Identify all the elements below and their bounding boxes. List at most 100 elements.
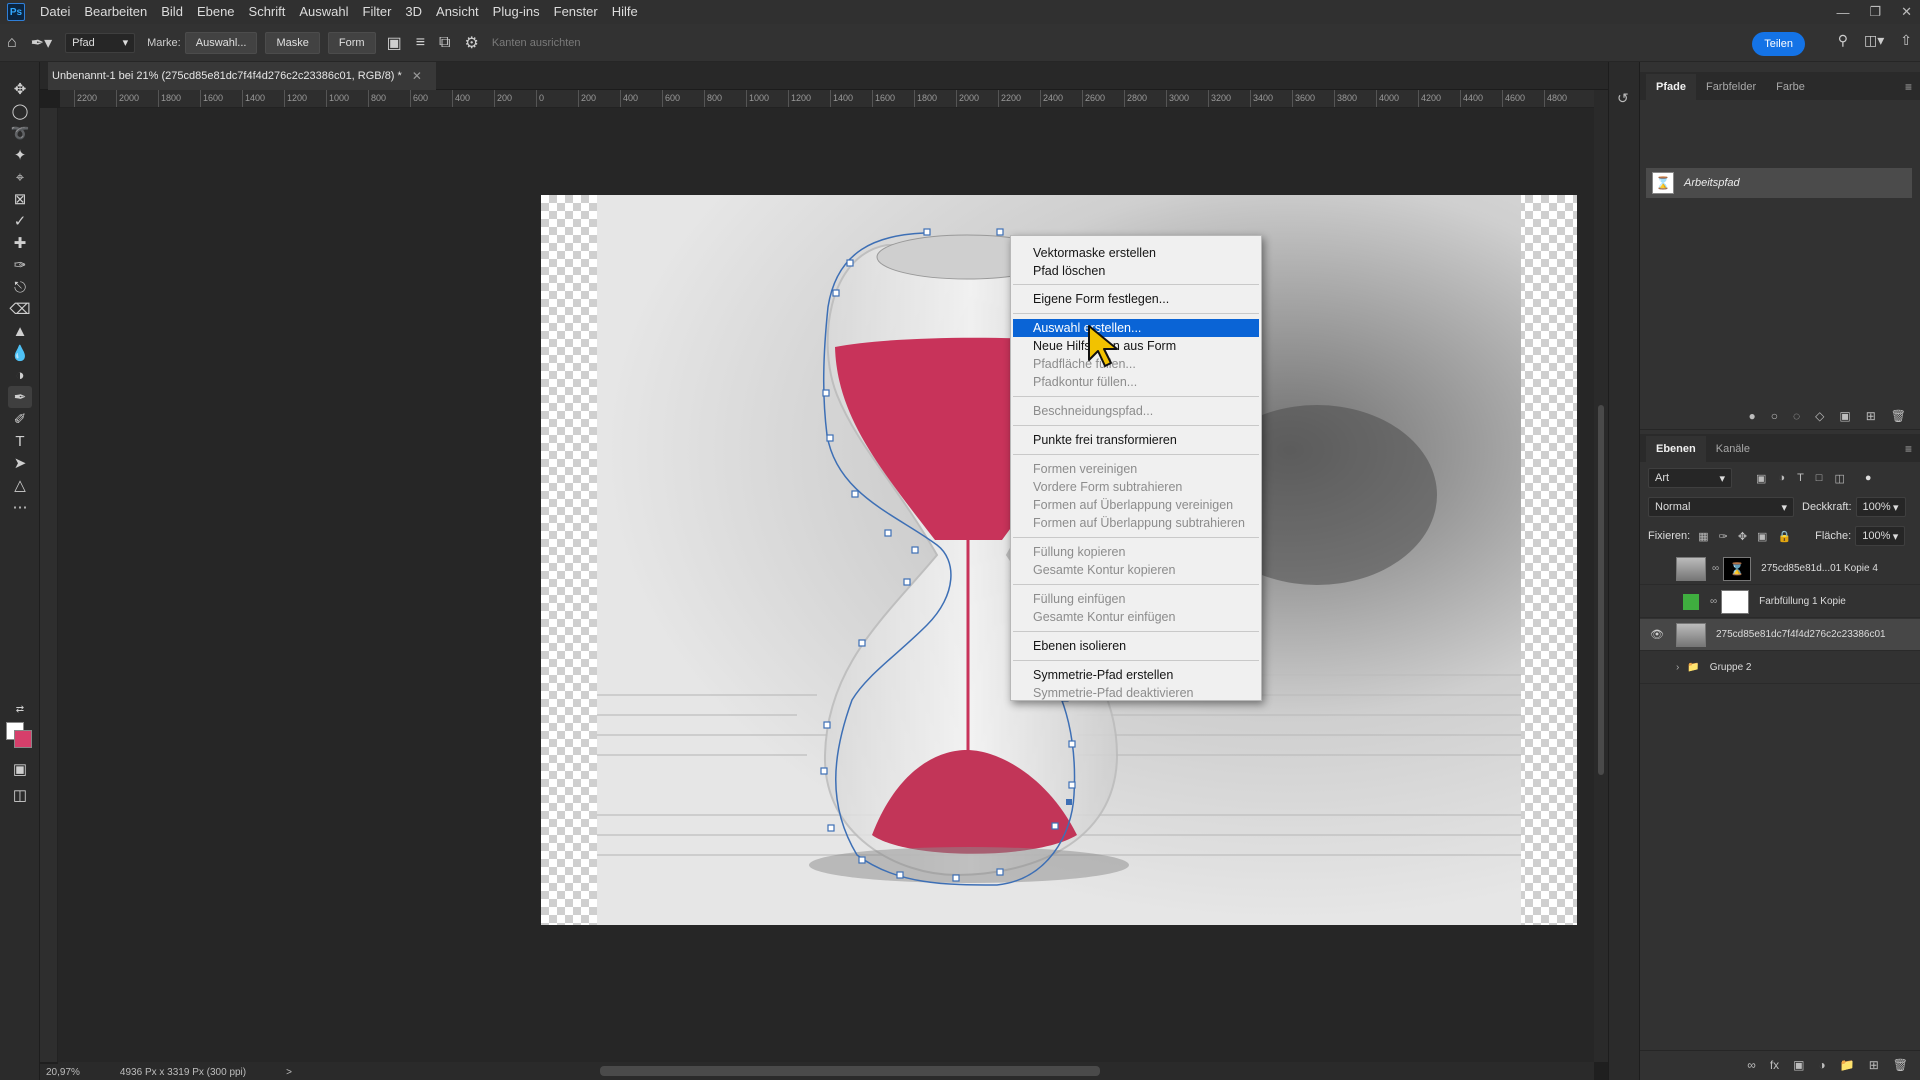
vertical-scrollbar[interactable] xyxy=(1594,90,1608,1062)
menu-item-beschneidungspfad[interactable]: Beschneidungspfad... xyxy=(1013,402,1259,420)
menu-datei[interactable]: Datei xyxy=(33,0,77,24)
search-icon[interactable]: ⚲ xyxy=(1838,32,1848,49)
menu-fenster[interactable]: Fenster xyxy=(547,0,605,24)
freeform-pen-tool-icon[interactable]: ✐ xyxy=(8,408,32,430)
menu-item-auswahl-erstellen[interactable]: Auswahl erstellen... xyxy=(1013,319,1259,337)
gear-icon[interactable]: ⚙ xyxy=(464,33,478,53)
filter-type-icon[interactable]: T xyxy=(1797,472,1804,485)
fx-icon[interactable]: fx xyxy=(1770,1058,1779,1072)
blend-mode-select[interactable]: Normal ▾ xyxy=(1648,497,1794,517)
menu-item-vektormaske[interactable]: Vektormaske erstellen xyxy=(1013,244,1259,262)
menu-item-fuellung-einfuegen[interactable]: Füllung einfügen xyxy=(1013,590,1259,608)
lasso-tool-icon[interactable]: ➰ xyxy=(8,122,32,144)
lock-image-icon[interactable]: ✑ xyxy=(1719,530,1728,543)
menu-item-eigene-form[interactable]: Eigene Form festlegen... xyxy=(1013,290,1259,308)
tool-mode-select[interactable]: Pfad ▾ xyxy=(65,32,136,53)
menu-item-pfadkontur[interactable]: Pfadkontur füllen... xyxy=(1013,373,1259,391)
tab-ebenen[interactable]: Ebenen xyxy=(1646,436,1706,462)
menu-item-symmetrie-deaktivieren[interactable]: Symmetrie-Pfad deaktivieren xyxy=(1013,684,1259,702)
path-selection-tool-icon[interactable]: ➤ xyxy=(8,452,32,474)
menu-item-punkte-transformieren[interactable]: Punkte frei transformieren xyxy=(1013,431,1259,449)
swap-colors-icon[interactable]: ⇄ xyxy=(8,698,32,720)
menu-item-hilfslinien[interactable]: Neue Hilfslinien aus Form xyxy=(1013,337,1259,355)
menu-filter[interactable]: Filter xyxy=(356,0,399,24)
document-tab[interactable]: Unbenannt-1 bei 21% (275cd85e81dc7f4f4d2… xyxy=(48,62,436,90)
tab-pfade[interactable]: Pfade xyxy=(1646,74,1696,100)
add-mask-icon[interactable]: ▣ xyxy=(1793,1058,1804,1072)
layer-row[interactable]: 👁 275cd85e81dc7f4f4d276c2c23386c01 xyxy=(1640,619,1920,651)
load-selection-icon[interactable]: ◌ xyxy=(1793,409,1800,423)
selection-button[interactable]: Auswahl... xyxy=(184,31,258,54)
magic-wand-tool-icon[interactable]: ✦ xyxy=(8,144,32,166)
eraser-tool-icon[interactable]: ⌫ xyxy=(8,298,32,320)
menu-schrift[interactable]: Schrift xyxy=(242,0,293,24)
tab-farbfelder[interactable]: Farbfelder xyxy=(1696,81,1766,100)
healing-brush-tool-icon[interactable]: ✚ xyxy=(8,232,32,254)
layer-row[interactable]: ∞ Farbfüllung 1 Kopie xyxy=(1640,586,1920,618)
menu-item-kontur-kopieren[interactable]: Gesamte Kontur kopieren xyxy=(1013,561,1259,579)
menu-3d[interactable]: 3D xyxy=(398,0,429,24)
adjustment-layer-icon[interactable]: ◑ xyxy=(1819,1058,1826,1072)
chevron-right-icon[interactable]: › xyxy=(1676,662,1679,673)
menu-bearbeiten[interactable]: Bearbeiten xyxy=(77,0,154,24)
lock-artboard-icon[interactable]: ▣ xyxy=(1757,530,1767,543)
lock-transparent-icon[interactable]: ▦ xyxy=(1698,530,1708,543)
layer-row[interactable]: ∞ ⌛ 275cd85e81d...01 Kopie 4 xyxy=(1640,553,1920,585)
close-icon[interactable]: ✕ xyxy=(1901,4,1912,20)
marquee-tool-icon[interactable]: ◯ xyxy=(8,100,32,122)
menu-item-ueberlappung-vereinigen[interactable]: Formen auf Überlappung vereinigen xyxy=(1013,496,1259,514)
crop-tool-icon[interactable]: ⌖ xyxy=(8,166,32,188)
menu-item-pfad-loeschen[interactable]: Pfad löschen xyxy=(1013,262,1259,280)
restore-icon[interactable]: ❐ xyxy=(1869,4,1881,20)
workspace-icon[interactable]: ◫▾ xyxy=(1864,32,1884,49)
delete-layer-icon[interactable]: 🗑 xyxy=(1893,1058,1908,1072)
stroke-path-icon[interactable]: ○ xyxy=(1771,409,1778,423)
dodge-tool-icon[interactable]: ◑ xyxy=(8,364,32,386)
menu-item-pfadflaeche[interactable]: Pfadfläche füllen... xyxy=(1013,355,1259,373)
layer-row[interactable]: › 📁 Gruppe 2 xyxy=(1640,652,1920,684)
filter-pixel-icon[interactable]: ▣ xyxy=(1756,472,1766,485)
menu-item-fuellung-kopieren[interactable]: Füllung kopieren xyxy=(1013,543,1259,561)
menu-item-formen-vereinigen[interactable]: Formen vereinigen xyxy=(1013,460,1259,478)
canvas-area[interactable] xyxy=(58,108,1594,1062)
menu-bild[interactable]: Bild xyxy=(154,0,190,24)
shape-button[interactable]: Form xyxy=(327,31,376,54)
path-item-workpath[interactable]: ⌛ Arbeitspfad xyxy=(1646,168,1912,198)
filter-toggle-icon[interactable]: ● xyxy=(1865,472,1872,484)
tab-farbe[interactable]: Farbe xyxy=(1766,81,1815,100)
eyedropper-tool-icon[interactable]: ✓ xyxy=(8,210,32,232)
menu-ebene[interactable]: Ebene xyxy=(190,0,242,24)
shape-tool-icon[interactable]: △ xyxy=(8,474,32,496)
quick-mask-icon[interactable]: ▣ xyxy=(8,758,32,780)
menu-ansicht[interactable]: Ansicht xyxy=(429,0,486,24)
brush-tool-icon[interactable]: ✑ xyxy=(8,254,32,276)
lock-position-icon[interactable]: ✥ xyxy=(1738,530,1747,543)
delete-path-icon[interactable]: 🗑 xyxy=(1891,409,1906,423)
minimize-icon[interactable]: — xyxy=(1836,5,1849,20)
pen-tool-icon[interactable]: ✒ xyxy=(8,386,32,408)
opacity-field[interactable]: 100% ▾ xyxy=(1855,497,1906,517)
background-color-swatch[interactable] xyxy=(14,730,32,748)
menu-item-ebenen-isolieren[interactable]: Ebenen isolieren xyxy=(1013,637,1259,655)
menu-item-kontur-einfuegen[interactable]: Gesamte Kontur einfügen xyxy=(1013,608,1259,626)
tab-kanaele[interactable]: Kanäle xyxy=(1706,443,1760,462)
eye-icon[interactable]: 👁 xyxy=(1648,628,1666,641)
zoom-level[interactable]: 20,97% xyxy=(46,1067,80,1078)
more-tools-icon[interactable]: ⋯ xyxy=(8,496,32,518)
share-button[interactable]: Teilen xyxy=(1752,32,1805,56)
text-tool-icon[interactable]: T xyxy=(8,430,32,452)
horizontal-scroll-thumb[interactable] xyxy=(600,1066,1100,1076)
make-work-path-icon[interactable]: ◇ xyxy=(1815,409,1824,423)
filter-adjustment-icon[interactable]: ◑ xyxy=(1778,472,1785,485)
stamp-tool-icon[interactable]: ⎋ xyxy=(8,276,32,298)
menu-item-ueberlappung-subtrahieren[interactable]: Formen auf Überlappung subtrahieren xyxy=(1013,514,1259,532)
fill-field[interactable]: 100% ▾ xyxy=(1855,526,1906,546)
close-tab-icon[interactable]: ✕ xyxy=(412,69,422,83)
blur-tool-icon[interactable]: 💧 xyxy=(8,342,32,364)
layers-panel-menu-icon[interactable]: ≡ xyxy=(1905,442,1912,456)
path-alignment-icon[interactable]: ≡ xyxy=(416,34,425,52)
path-operations-icon[interactable]: ▣ xyxy=(387,33,402,53)
screen-mode-icon[interactable]: ◫ xyxy=(8,784,32,806)
paint-bucket-tool-icon[interactable]: ▲ xyxy=(8,320,32,342)
pen-tool-preset-icon[interactable]: ✒▾ xyxy=(31,33,52,53)
